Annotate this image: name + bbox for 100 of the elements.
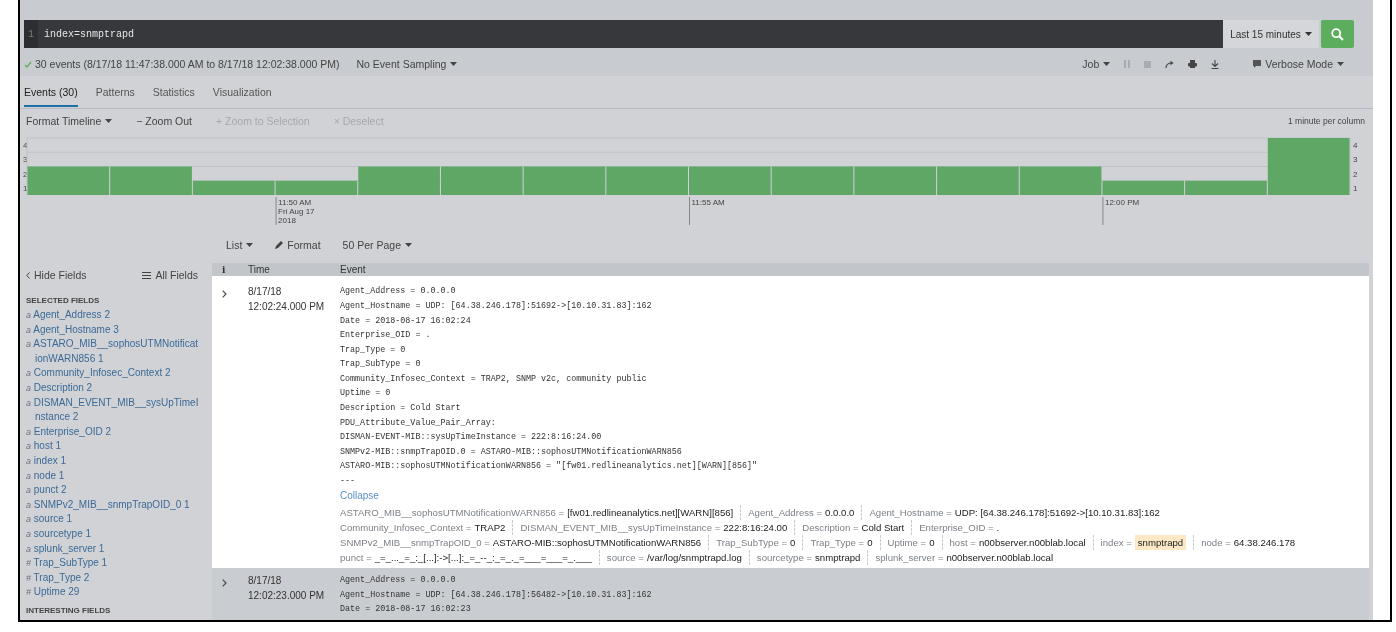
field-value[interactable]: snmptrapd: [815, 550, 861, 566]
caret-icon: [246, 243, 254, 247]
event-line: Date = 2018-08-17 16:02:24: [340, 314, 472, 328]
field-key: source =: [606, 550, 644, 566]
field-link[interactable]: a Enterprise_OID 2: [26, 424, 212, 440]
field-link[interactable]: a index 1: [26, 453, 212, 469]
field-value[interactable]: Cold Start: [861, 520, 905, 536]
field-value[interactable]: [fw01.redlineanalytics.net][WARN][856]: [567, 505, 734, 521]
toolbar-dropdown[interactable]: 50 Per Page: [342, 239, 412, 251]
scale-label: 1 minute per column: [1288, 116, 1365, 126]
pause-icon: [1124, 60, 1131, 68]
section-heading: SELECTED FIELDS: [26, 296, 101, 305]
sampling-dropdown[interactable]: No Event Sampling: [356, 58, 458, 70]
tab[interactable]: Visualization: [212, 78, 272, 107]
event-time: 12:02:23.000 PM: [248, 589, 326, 604]
event-line: Uptime = 0: [340, 387, 392, 401]
print-icon: [1188, 60, 1198, 68]
field-link[interactable]: a Community_Infosec_Context 2: [26, 366, 212, 381]
field-link[interactable]: a DISMAN_EVENT_MIB__sysUpTimeInstance 2: [26, 395, 212, 425]
field-value[interactable]: 0.0.0.0: [825, 505, 855, 521]
field-key: ASTARO_MIB__sophosUTMNotificationWARN856 =: [340, 505, 565, 521]
histogram-bar[interactable]: [440, 166, 523, 195]
status-text: 30 events (8/17/18 11:47:38.000 AM to 8/17/18 12:02:38.000 PM): [35, 58, 340, 70]
field-key: sourcetype =: [756, 550, 813, 566]
axis-label: 3: [1353, 155, 1358, 165]
histogram-bar[interactable]: [1267, 138, 1350, 195]
download-icon: [1211, 59, 1220, 69]
event-line: DISMAN-EVENT-MIB::sysUpTimeInstance = 222:8:16:24.00: [340, 431, 603, 445]
field-link[interactable]: a splunk_server 1: [26, 541, 212, 557]
caret-icon: [405, 243, 412, 247]
axis-label: 4: [1353, 141, 1358, 151]
search-button[interactable]: [1321, 20, 1354, 48]
field-link[interactable]: a punct 2: [26, 483, 212, 498]
all-fields-button[interactable]: All Fields: [142, 269, 198, 281]
histogram-bar[interactable]: [523, 166, 606, 195]
tab[interactable]: Statistics: [152, 78, 195, 107]
field-value[interactable]: /var/log/snmptrapd.log: [646, 550, 742, 566]
chevron-right-icon: [222, 579, 227, 588]
field-value[interactable]: .: [996, 520, 1000, 536]
histogram-bar[interactable]: [358, 166, 440, 195]
histogram-bar[interactable]: [606, 166, 688, 195]
field-value[interactable]: n00bserver.n00blab.local: [978, 535, 1086, 551]
field-value[interactable]: TRAP2: [474, 520, 506, 536]
field-value[interactable]: snmptrapd: [1134, 535, 1187, 551]
field-link[interactable]: a node 1: [26, 468, 212, 484]
chevron-right-icon: [222, 290, 227, 299]
field-value[interactable]: 0: [867, 535, 873, 551]
toolbar-button[interactable]: − Zoom Out: [136, 115, 192, 127]
stop-icon: [1144, 60, 1152, 68]
axis-label: 2: [1353, 169, 1358, 179]
field-link[interactable]: a source 1: [26, 512, 212, 527]
histogram-bar[interactable]: [110, 166, 192, 195]
histogram-bar[interactable]: [937, 166, 1019, 195]
axis-label: 12:00 PM: [1104, 198, 1140, 207]
field-link[interactable]: a sourcetype 1: [26, 526, 212, 542]
comment-icon: [1253, 60, 1262, 68]
field-link[interactable]: # Uptime 29: [26, 585, 212, 600]
field-value[interactable]: _=_..._=_:_[...]:->[...]:_=_--_:_=_._=___=___=_.___: [374, 550, 592, 566]
event-line: PDU_Attribute_Value_Pair_Array:: [340, 416, 497, 430]
field-key: Agent_Address =: [748, 505, 823, 521]
histogram-bar[interactable]: [689, 166, 771, 195]
field-value[interactable]: 222:8:16:24.00: [723, 520, 788, 536]
histogram-bar[interactable]: [1019, 166, 1102, 195]
field-link[interactable]: a host 1: [26, 439, 212, 454]
field-link[interactable]: a Agent_Address 2: [26, 308, 212, 323]
mode-dropdown[interactable]: Verbose Mode: [1253, 58, 1344, 70]
tab[interactable]: Patterns: [95, 78, 135, 107]
field-value[interactable]: 0: [790, 535, 796, 551]
toolbar-dropdown[interactable]: List: [226, 239, 254, 251]
format-button[interactable]: Format: [275, 239, 321, 251]
search-field[interactable]: 1 index=snmptrapd: [24, 20, 1223, 48]
collapse-link[interactable]: Collapse: [340, 488, 379, 504]
field-value[interactable]: UDP: [64.38.246.178]:51692->[10.10.31.83]:162: [954, 505, 1160, 521]
histogram-bar[interactable]: [27, 166, 110, 195]
field-value[interactable]: 0: [929, 535, 935, 551]
field-value[interactable]: ASTARO-MIB::sophosUTMNotificationWARN856: [492, 535, 702, 551]
field-value[interactable]: 64.38.246.178: [1233, 535, 1296, 551]
format-dropdown[interactable]: Format Timeline: [26, 115, 113, 127]
field-link[interactable]: a ASTARO_MIB__sophosUTMNotificationWARN856 1: [26, 337, 212, 367]
field-link[interactable]: # Trap_Type 2: [26, 570, 212, 586]
hide-fields-button[interactable]: Hide Fields: [26, 269, 87, 281]
time-range-dropdown[interactable]: Last 15 minutes: [1223, 20, 1319, 48]
column-header: Event: [339, 264, 367, 276]
field-key: Community_Infosec_Context =: [340, 520, 472, 536]
field-link[interactable]: a Agent_Hostname 3: [26, 322, 212, 338]
caret-icon: [105, 119, 113, 123]
event-time: 12:02:24.000 PM: [248, 300, 326, 315]
field-link[interactable]: # Trap_SubType 1: [26, 556, 212, 571]
field-key: Enterprise_OID =: [919, 520, 994, 536]
axis-label: 11:50 AM Fri Aug 17 2018: [278, 198, 315, 225]
event-line: Agent_Hostname = UDP: [64.38.246.178]:51692->[10.10.31.83]:162: [340, 299, 653, 313]
job-dropdown[interactable]: Job: [1082, 58, 1111, 70]
column-header: Time: [247, 264, 271, 276]
field-link[interactable]: a Description 2: [26, 380, 212, 396]
field-value[interactable]: n00bserver.n00blab.local: [946, 550, 1054, 566]
histogram-bar[interactable]: [854, 166, 937, 195]
field-key: node =: [1201, 535, 1231, 551]
field-link[interactable]: a SNMPv2_MIB__snmpTrapOID_0 1: [26, 497, 212, 513]
histogram-bar[interactable]: [771, 166, 854, 195]
tab[interactable]: Events (30): [24, 78, 78, 107]
